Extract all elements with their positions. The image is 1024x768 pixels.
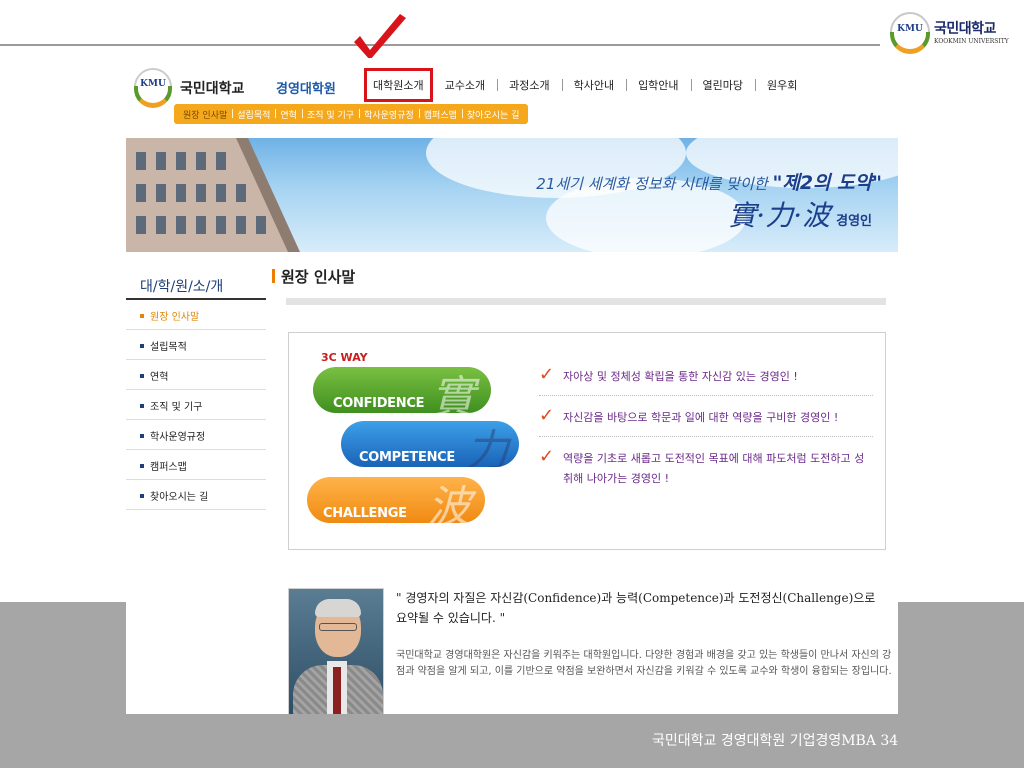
check-icon: ✓ [539, 405, 555, 426]
left-nav-title: 대/학/원/소/개 [126, 264, 266, 300]
subnav-item-campus-map[interactable]: 캠퍼스맵 [418, 108, 462, 121]
dean-photo [288, 588, 384, 714]
web-page: KMU 국민대학교 경영대학원 대학원소개 교수소개 과정소개 학사안내 입학안… [126, 58, 898, 714]
gnb-item-community[interactable]: 열린마당 [690, 77, 755, 93]
square-bullet-icon [140, 374, 144, 378]
left-nav-item-regulations[interactable]: 학사운영규정 [126, 420, 266, 450]
check-item: ✓ 자신감을 바탕으로 학문과 일에 대한 역량을 구비한 경영인 ! [539, 405, 873, 437]
three-c-way-label: 3C WAY [321, 351, 368, 364]
left-nav-item-directions[interactable]: 찾아오시는 길 [126, 480, 266, 510]
gnb-item-admissions[interactable]: 입학안내 [626, 77, 690, 93]
kmu-emblem-icon: KMU [890, 12, 930, 54]
left-nav: 대/학/원/소/개 원장 인사말 설립목적 연혁 조직 및 기구 학사운영규정 … [126, 264, 266, 510]
corner-logo-korean: 국민대학교 [934, 21, 996, 37]
competence-pill: 力 COMPETENCE [341, 421, 519, 467]
confidence-word: CONFIDENCE [333, 396, 425, 411]
subnav-item-greeting[interactable]: 원장 인사말 [178, 108, 232, 121]
dean-intro-text: 국민대학교 경영대학원은 자신감을 키워주는 대학원입니다. 다양한 경험과 배… [396, 650, 892, 677]
corner-logo-english: KOOKMIN UNIVERSITY [934, 38, 1009, 45]
banner-hanja: 實·力·波 경영인 [728, 199, 872, 232]
square-bullet-icon [140, 434, 144, 438]
site-graduate-school-name: 경영대학원 [276, 82, 336, 97]
subnav-item-directions[interactable]: 찾아오시는 길 [461, 108, 525, 121]
banner-slogan: 21세기 세계화 정보화 시대를 맞이한 "제2의 도약" [536, 172, 882, 194]
subnav-item-purpose[interactable]: 설립목적 [232, 108, 275, 121]
check-item: ✓ 자아상 및 정체성 확립을 통한 자신감 있는 경영인 ! [539, 364, 873, 396]
subnav-item-regulations[interactable]: 학사운영규정 [359, 108, 419, 121]
challenge-word: CHALLENGE [323, 506, 407, 521]
slide-footer: 국민대학교 경영대학원 기업경영MBA 34 [652, 733, 899, 749]
confidence-pill: 實 CONFIDENCE [313, 367, 491, 413]
confidence-hanja: 實 [431, 372, 475, 413]
site-logo[interactable]: KMU 국민대학교 경영대학원 [134, 68, 354, 108]
three-c-way-box: 3C WAY 實 CONFIDENCE 力 COMPETENCE 波 CHALL… [288, 332, 886, 550]
subnav-item-organization[interactable]: 조직 및 기구 [301, 108, 359, 121]
subnav-item-history[interactable]: 연혁 [275, 108, 302, 121]
gnb-item-academics[interactable]: 학사안내 [561, 77, 626, 93]
gnb-item-programs[interactable]: 과정소개 [497, 77, 561, 93]
three-c-check-list: ✓ 자아상 및 정체성 확립을 통한 자신감 있는 경영인 ! ✓ 자신감을 바탕으… [539, 364, 873, 509]
square-bullet-icon [140, 494, 144, 498]
left-nav-item-history[interactable]: 연혁 [126, 360, 266, 390]
square-bullet-icon [140, 464, 144, 468]
title-accent-bar [272, 268, 275, 283]
slide-top-rule [0, 44, 880, 46]
competence-hanja: 力 [465, 426, 509, 467]
square-bullet-icon [140, 344, 144, 348]
gnb-item-about[interactable]: 대학원소개 [364, 68, 433, 102]
site-university-name: 국민대학교 [180, 81, 245, 97]
global-nav: 대학원소개 교수소개 과정소개 학사안내 입학안내 열린마당 원우회 [364, 68, 809, 102]
competence-word: COMPETENCE [359, 450, 455, 465]
corner-university-logo: KMU 국민대학교 KOOKMIN UNIVERSITY [890, 12, 1020, 56]
check-icon: ✓ [539, 446, 555, 467]
dean-quote: " 경영자의 자질은 자신감(Confidence)과 능력(Competenc… [396, 591, 876, 625]
check-item: ✓ 역량을 기초로 새롭고 도전적인 목표에 대해 파도처럼 도전하고 성취해 나… [539, 446, 865, 486]
left-nav-item-organization[interactable]: 조직 및 기구 [126, 390, 266, 420]
title-divider [286, 298, 886, 305]
hero-banner: 21세기 세계화 정보화 시대를 맞이한 "제2의 도약" 實·力·波 경영인 [126, 138, 898, 252]
kmu-emblem-icon: KMU [134, 68, 172, 108]
gnb-item-faculty[interactable]: 교수소개 [433, 77, 497, 93]
sub-nav: 원장 인사말 설립목적 연혁 조직 및 기구 학사운영규정 캠퍼스맵 찾아오시는… [174, 104, 529, 124]
square-bullet-icon [140, 314, 144, 318]
left-nav-item-greeting[interactable]: 원장 인사말 [126, 300, 266, 330]
banner-hanja-suffix: 경영인 [836, 214, 872, 229]
left-nav-item-campus-map[interactable]: 캠퍼스맵 [126, 450, 266, 480]
square-bullet-icon [140, 404, 144, 408]
page-title: 원장 인사말 [272, 266, 355, 287]
gnb-item-alumni[interactable]: 원우회 [755, 77, 809, 93]
left-nav-item-purpose[interactable]: 설립목적 [126, 330, 266, 360]
banner-slogan-emphasis: "제2의 도약" [772, 172, 882, 194]
challenge-pill: 波 CHALLENGE [307, 477, 485, 523]
check-icon: ✓ [539, 364, 555, 385]
building-illustration [126, 138, 300, 252]
challenge-hanja: 波 [427, 482, 471, 523]
